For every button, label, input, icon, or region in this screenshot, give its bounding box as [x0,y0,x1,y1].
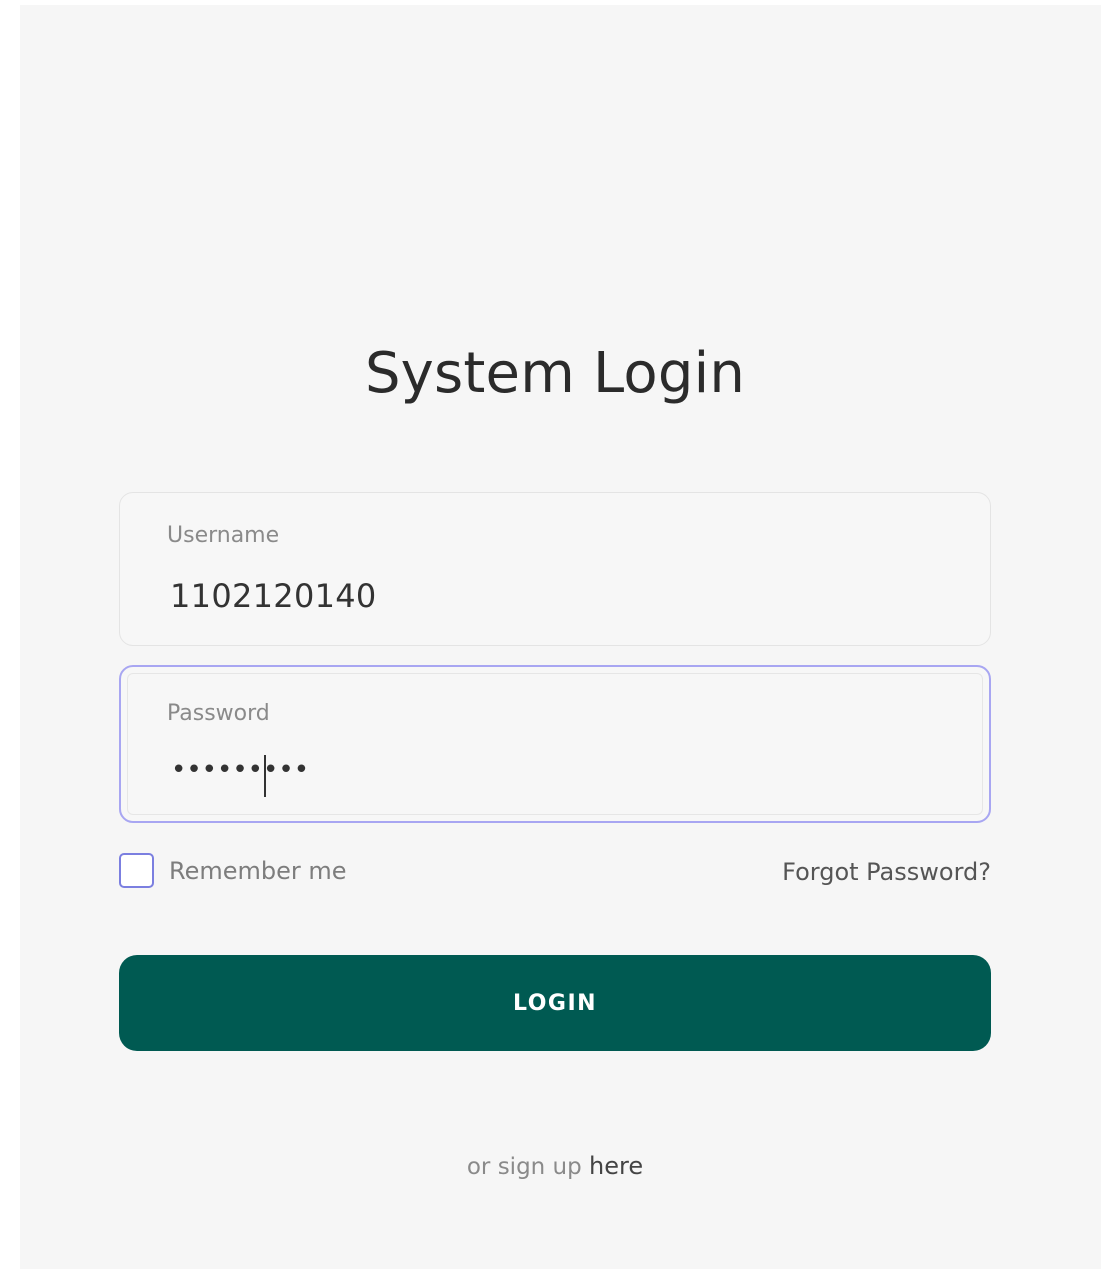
remember-me-checkbox[interactable]: Remember me [119,853,347,888]
password-label: Password [167,701,270,726]
login-button[interactable]: LOGIN [119,955,991,1051]
checkbox-box[interactable] [119,853,154,888]
username-field[interactable]: Username [119,492,991,646]
text-caret [264,755,266,797]
password-field[interactable]: Password ••••••••• [119,665,991,823]
forgot-password-link[interactable]: Forgot Password? [782,858,991,886]
password-input[interactable]: ••••••••• [171,755,931,785]
login-panel: System Login Username Password •••••••••… [20,5,1101,1269]
signup-text: or sign up here [20,1152,1090,1180]
remember-me-label: Remember me [169,856,347,885]
signup-prefix: or sign up [466,1154,590,1180]
page-title: System Login [364,341,746,406]
username-input[interactable] [170,577,930,615]
username-label: Username [167,523,280,548]
signup-link[interactable]: here [589,1152,643,1180]
